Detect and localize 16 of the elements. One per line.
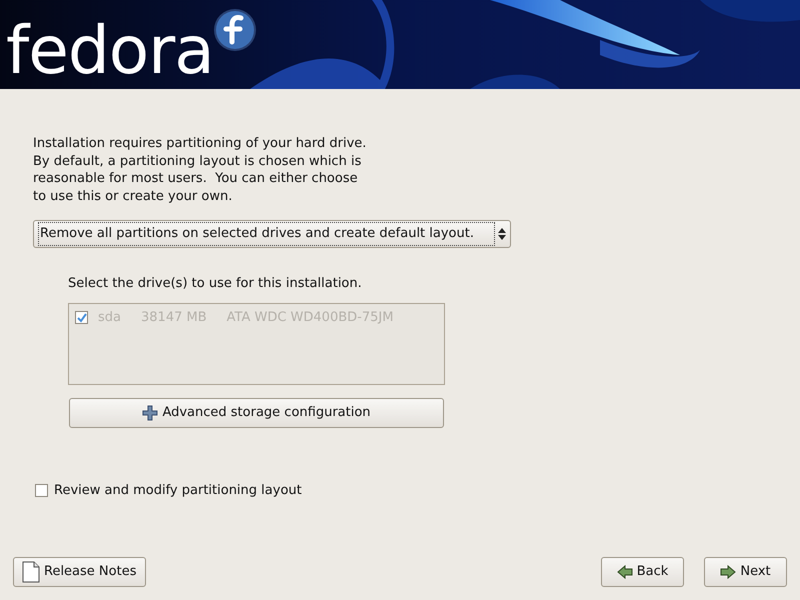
- document-icon: [22, 561, 40, 583]
- review-label[interactable]: Review and modify partitioning layout: [54, 481, 302, 500]
- drive-list-label: Select the drive(s) to use for this installation.: [68, 275, 362, 293]
- notes-button[interactable]: Release Notes: [13, 557, 146, 587]
- left-arrow-icon: [616, 565, 633, 579]
- next-button[interactable]: Next: [704, 557, 787, 587]
- plus-icon: [142, 405, 158, 421]
- partitioning-dropdown[interactable]: Remove all partitions on selected drives and create default layout.: [33, 220, 511, 248]
- back-button[interactable]: Back: [601, 557, 684, 587]
- spinner-arrows-icon: [498, 228, 506, 240]
- advanced-storage-button[interactable]: Advanced storage configuration: [69, 398, 444, 428]
- instructions-text: Installation requires partitioning of your hard drive. By default, a partitioning layout is chosen which is reasonable for most users. You can either choose to use this or create your own.: [33, 135, 366, 205]
- review-checkbox[interactable]: [35, 484, 48, 498]
- logo-icon: [213, 8, 257, 52]
- logo-text: fedora: [6, 18, 214, 84]
- right-arrow-icon: [720, 565, 736, 579]
